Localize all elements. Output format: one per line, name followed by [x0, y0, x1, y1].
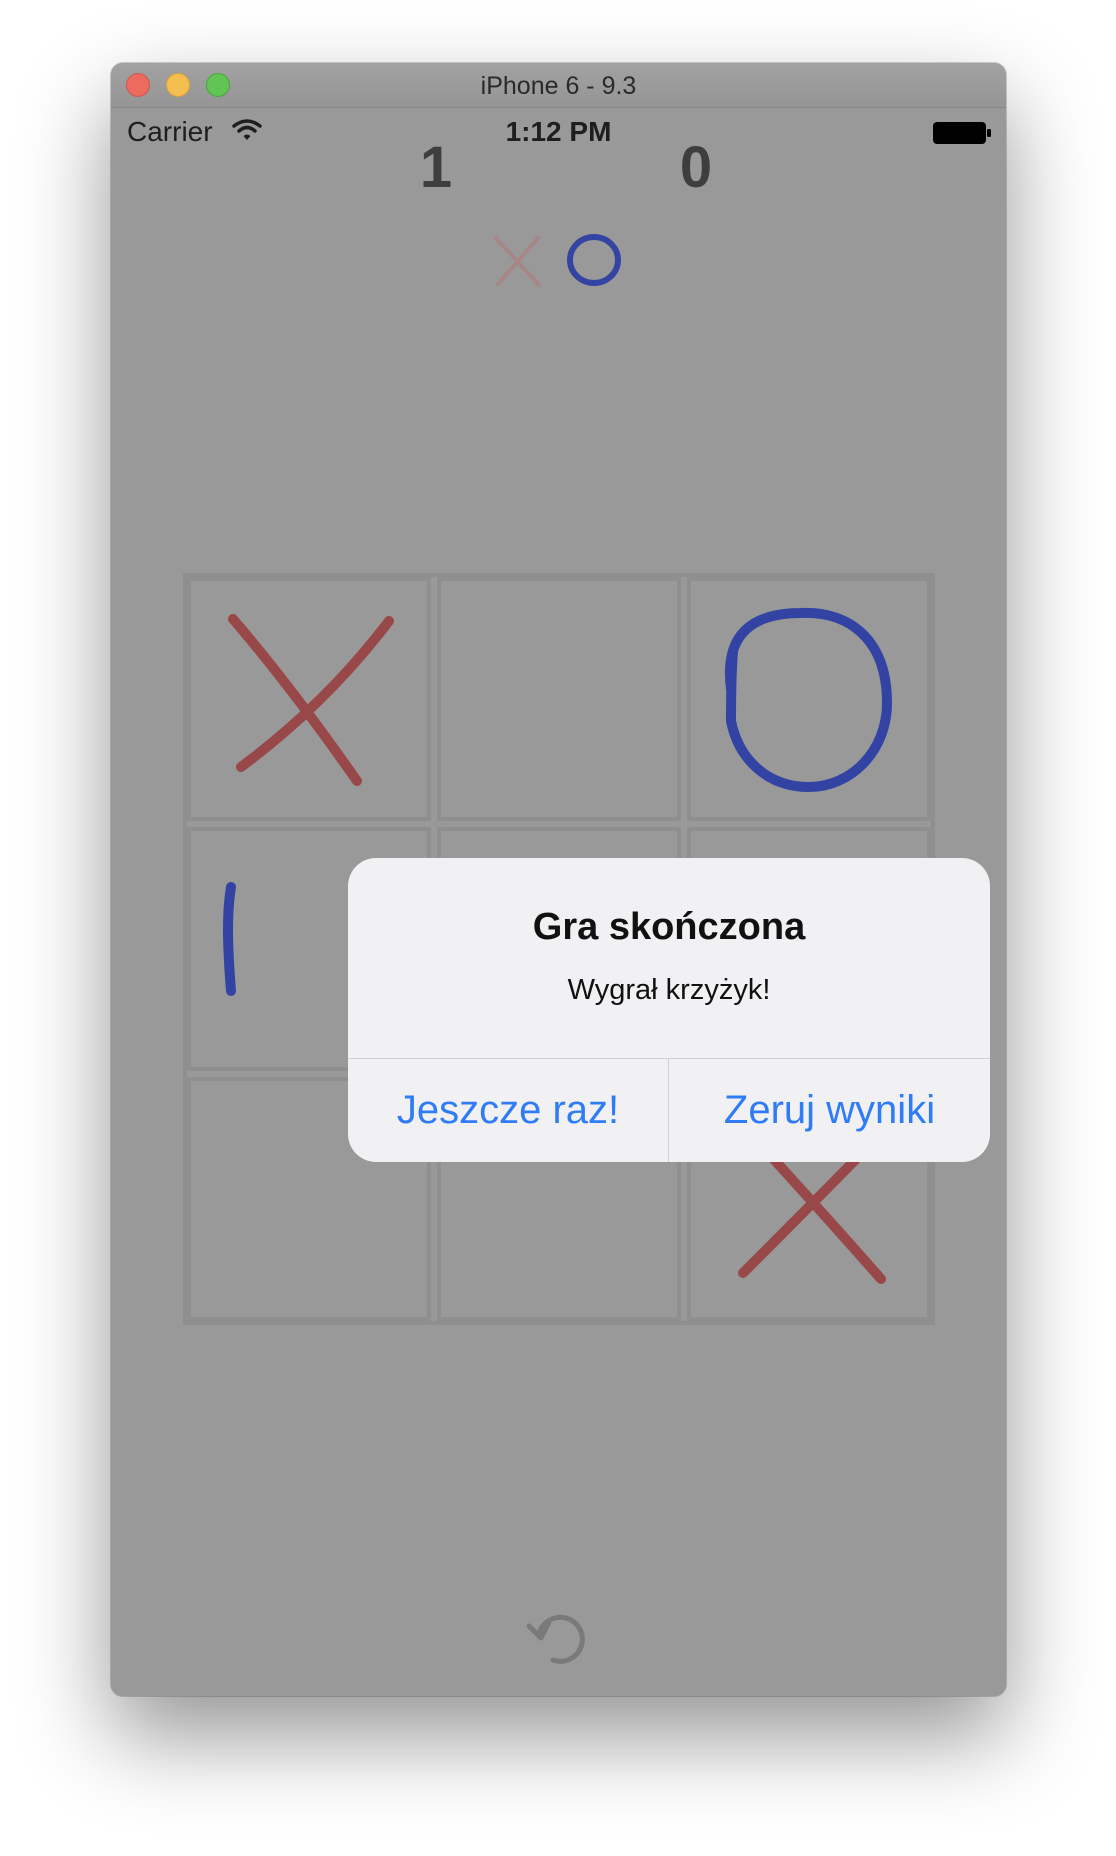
simulator-window: iPhone 6 - 9.3 Carrier 1:12 PM 1 0 Gra s…	[111, 63, 1006, 1696]
play-again-button[interactable]: Jeszcze raz!	[348, 1059, 668, 1162]
battery-full-icon	[933, 122, 991, 144]
x-score: 1	[419, 135, 453, 200]
o-mark-icon	[725, 607, 893, 793]
alert-title: Gra skończona	[532, 906, 806, 948]
cross-icon	[494, 236, 541, 287]
board-cell-2[interactable]	[437, 577, 681, 821]
game-over-alert: Gra skończona Wygrał krzyżyk! Jeszcze ra…	[348, 858, 990, 1162]
window-titlebar: iPhone 6 - 9.3	[111, 63, 1006, 108]
undo-icon[interactable]	[521, 1598, 601, 1678]
status-time: 1:12 PM	[505, 116, 612, 147]
board-cell-1[interactable]	[187, 577, 431, 821]
o-score: 0	[679, 135, 713, 200]
reset-scores-button[interactable]: Zeruj wyniki	[669, 1059, 990, 1162]
window-title: iPhone 6 - 9.3	[480, 72, 637, 100]
board-cell-3[interactable]	[687, 577, 931, 821]
device-screen: Carrier 1:12 PM 1 0 Gra skończona Wygrał…	[111, 108, 1006, 1696]
alert-message: Wygrał krzyżyk!	[567, 974, 771, 1006]
circle-icon	[567, 234, 621, 286]
x-mark-icon	[228, 614, 394, 786]
